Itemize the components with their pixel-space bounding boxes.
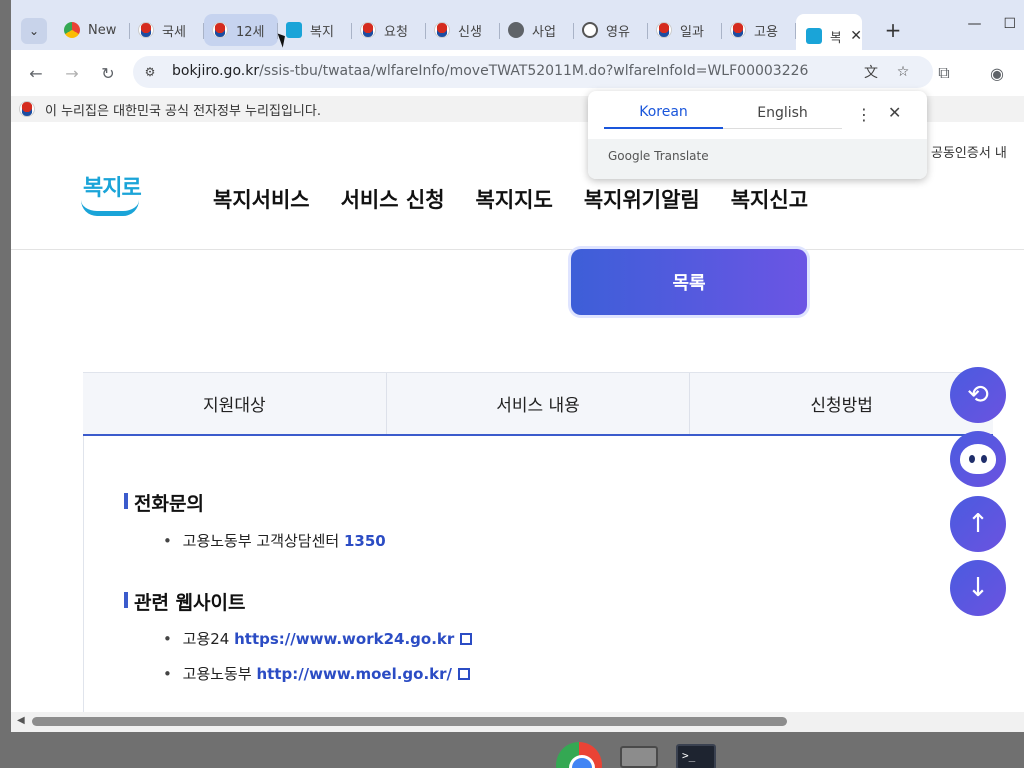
back-icon[interactable]: ← bbox=[25, 62, 47, 84]
website-item: 고용24 https://www.work24.go.kr bbox=[163, 628, 473, 649]
phone-item: 고용노동부 고객상담센터 1350 bbox=[163, 530, 386, 551]
translate-tab-target[interactable]: English bbox=[723, 97, 842, 129]
bokjiro-icon bbox=[286, 22, 302, 38]
flag-icon bbox=[434, 22, 450, 38]
files-taskbar-icon[interactable] bbox=[620, 746, 658, 768]
url-text[interactable]: bokjiro.go.kr/ssis-tbu/twataa/wlfareInfo… bbox=[172, 63, 808, 79]
info-tabs: 지원대상 서비스 내용 신청방법 bbox=[83, 372, 993, 436]
chrome-icon bbox=[64, 22, 80, 38]
chatbot-icon bbox=[960, 444, 996, 474]
forward-icon[interactable]: → bbox=[61, 62, 83, 84]
page-content: 목록 지원대상 서비스 내용 신청방법 전화문의 고용노동부 고객상담센터 13… bbox=[11, 249, 1024, 716]
korea-flag-icon bbox=[19, 101, 35, 117]
star-icon[interactable]: ☆ bbox=[893, 62, 913, 82]
external-link-icon[interactable] bbox=[460, 633, 473, 645]
scrollbar-thumb[interactable] bbox=[32, 717, 787, 726]
browser-tab[interactable]: 요청 bbox=[352, 14, 426, 46]
section-title-phone: 전화문의 bbox=[124, 489, 204, 516]
browser-tab[interactable]: 고용 bbox=[722, 14, 796, 46]
nav-welfare-map[interactable]: 복지지도 bbox=[476, 184, 553, 214]
tab-list: New 국세 12세 복지 요청 신생 사업 영유 일과 고용 복 ✕ bbox=[56, 14, 862, 58]
arrow-down-icon: ↓ bbox=[967, 573, 989, 603]
browser-tab[interactable]: 복지 bbox=[278, 14, 352, 46]
site-info-icon[interactable]: ⚙ bbox=[141, 63, 159, 81]
ret-icon bbox=[582, 22, 598, 38]
section-title-websites: 관련 웹사이트 bbox=[124, 588, 246, 615]
browser-tab[interactable]: 12세 bbox=[204, 14, 278, 46]
reload-icon[interactable]: ↻ bbox=[97, 62, 119, 84]
scroll-bottom-button[interactable]: ↓ bbox=[950, 560, 1006, 616]
main-nav: 복지서비스 서비스 신청 복지지도 복지위기알림 복지신고 bbox=[213, 184, 808, 214]
arrow-up-icon: ↑ bbox=[967, 509, 989, 539]
bokjiro-logo[interactable]: 복지로 bbox=[79, 170, 142, 222]
translate-brand: Google Translate bbox=[608, 149, 709, 163]
nav-service-apply[interactable]: 서비스 신청 bbox=[341, 184, 445, 214]
browser-tab[interactable]: 사업 bbox=[500, 14, 574, 46]
logo-smile-icon bbox=[81, 200, 139, 216]
website-link[interactable]: http://www.moel.go.kr/ bbox=[256, 665, 452, 683]
profile-icon[interactable]: ◉ bbox=[986, 62, 1008, 84]
close-icon[interactable]: ✕ bbox=[888, 103, 901, 122]
flag-icon bbox=[138, 22, 154, 38]
minimize-icon[interactable]: — bbox=[967, 16, 981, 32]
new-tab-button[interactable]: + bbox=[881, 18, 905, 42]
browser-window: ⌄ New 국세 12세 복지 요청 신생 사업 영유 일과 고용 복 ✕ + —… bbox=[11, 0, 1024, 732]
browser-tab[interactable]: 국세 bbox=[130, 14, 204, 46]
website-link[interactable]: https://www.work24.go.kr bbox=[234, 630, 454, 648]
phone-number[interactable]: 1350 bbox=[344, 532, 386, 550]
tab-search-button[interactable]: ⌄ bbox=[21, 18, 47, 44]
flag-icon bbox=[212, 22, 228, 38]
list-button[interactable]: 목록 bbox=[571, 249, 807, 315]
flag-icon bbox=[360, 22, 376, 38]
browser-tab[interactable]: New bbox=[56, 14, 130, 46]
history-icon: ⟲ bbox=[967, 380, 989, 410]
translate-icon[interactable]: 文 bbox=[861, 62, 881, 82]
translate-tab-source[interactable]: Korean bbox=[604, 97, 723, 129]
flag-icon bbox=[656, 22, 672, 38]
browser-tab[interactable]: 일과 bbox=[648, 14, 722, 46]
horizontal-scrollbar[interactable]: ◀ bbox=[11, 712, 1024, 732]
tab-service-details[interactable]: 서비스 내용 bbox=[387, 373, 691, 434]
scroll-top-button[interactable]: ↑ bbox=[950, 496, 1006, 552]
extensions-icon[interactable]: ⧉ bbox=[933, 62, 955, 84]
gov-banner-text: 이 누리집은 대한민국 공식 전자정부 누리집입니다. bbox=[45, 103, 321, 119]
flag-icon bbox=[730, 22, 746, 38]
browser-tab[interactable]: 영유 bbox=[574, 14, 648, 46]
recent-history-button[interactable]: ⟲ bbox=[950, 367, 1006, 423]
browser-toolbar: ← → ↻ ⚙ bokjiro.go.kr/ssis-tbu/twataa/wl… bbox=[11, 50, 1024, 96]
chevron-down-icon: ⌄ bbox=[28, 24, 40, 38]
taskbar: >_ bbox=[556, 740, 716, 768]
translate-popup: Korean English ⋮ ✕ Google Translate bbox=[588, 91, 927, 179]
tab-how-to-apply[interactable]: 신청방법 bbox=[690, 373, 993, 434]
chatbot-button[interactable] bbox=[950, 431, 1006, 487]
panel-border bbox=[83, 436, 84, 716]
terminal-taskbar-icon[interactable]: >_ bbox=[676, 744, 716, 768]
scroll-left-icon[interactable]: ◀ bbox=[17, 715, 25, 726]
translate-language-tabs: Korean English bbox=[604, 97, 842, 129]
maximize-icon[interactable]: ☐ bbox=[1003, 16, 1016, 32]
more-options-icon[interactable]: ⋮ bbox=[856, 105, 872, 124]
translate-footer: Google Translate bbox=[588, 139, 927, 179]
globe-icon bbox=[508, 22, 524, 38]
tab-eligibility[interactable]: 지원대상 bbox=[83, 373, 387, 434]
close-tab-icon[interactable]: ✕ bbox=[850, 28, 862, 44]
external-link-icon[interactable] bbox=[458, 668, 471, 680]
address-bar[interactable]: ⚙ bokjiro.go.kr/ssis-tbu/twataa/wlfareIn… bbox=[133, 56, 933, 88]
nav-welfare-report[interactable]: 복지신고 bbox=[731, 184, 808, 214]
bokjiro-icon bbox=[806, 28, 822, 44]
window-controls: — ☐ bbox=[967, 16, 1024, 32]
nav-welfare-services[interactable]: 복지서비스 bbox=[213, 184, 310, 214]
certificate-link[interactable]: 공동인증서 내 bbox=[915, 142, 1007, 161]
browser-tab[interactable]: 신생 bbox=[426, 14, 500, 46]
website-item: 고용노동부 http://www.moel.go.kr/ bbox=[163, 663, 471, 684]
chrome-taskbar-icon[interactable] bbox=[556, 742, 602, 768]
nav-welfare-alert[interactable]: 복지위기알림 bbox=[584, 184, 700, 214]
